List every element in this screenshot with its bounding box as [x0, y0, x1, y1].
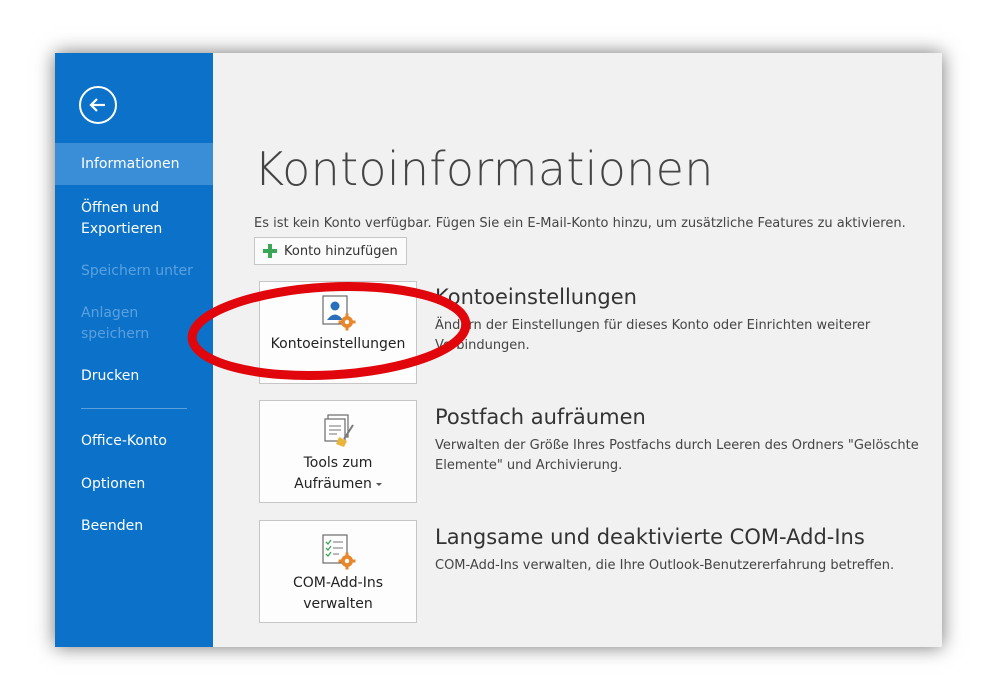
- sidebar-item-informationen[interactable]: Informationen: [55, 143, 213, 185]
- backstage-window: Informationen Öffnen und Exportieren Spe…: [55, 53, 942, 647]
- chevron-down-icon: [375, 482, 382, 486]
- mailbox-cleanup-title: Postfach aufräumen: [435, 405, 646, 429]
- info-text: Es ist kein Konto verfügbar. Fügen Sie e…: [254, 216, 906, 231]
- com-addins-description: COM-Add-Ins verwalten, die Ihre Outlook-…: [435, 558, 895, 573]
- chevron-down-icon: [336, 361, 346, 380]
- mailbox-cleanup-description: Verwalten der Größe Ihres Postfachs durc…: [435, 438, 919, 473]
- back-button[interactable]: [79, 86, 117, 124]
- plus-icon: [262, 243, 278, 259]
- sidebar-item-speichern-unter: Speichern unter: [81, 263, 193, 279]
- page-title: Kontoinformationen: [254, 142, 714, 196]
- add-account-button[interactable]: Konto hinzufügen: [254, 237, 407, 265]
- mailbox-cleanup-icon: [324, 414, 354, 447]
- sidebar-item-optionen[interactable]: Optionen: [55, 474, 213, 495]
- cleanup-tools-tile[interactable]: Tools zum Aufräumen: [259, 400, 417, 503]
- sidebar: Informationen Öffnen und Exportieren Spe…: [55, 53, 213, 647]
- com-addins-label-line1: COM-Add-Ins: [292, 575, 384, 591]
- cleanup-tools-label-line2: Aufräumen: [294, 476, 372, 492]
- cleanup-tools-label-line1: Tools zum: [303, 455, 373, 471]
- main-content: Kontoinformationen Es ist kein Konto ver…: [213, 53, 942, 647]
- sidebar-item-oeffnen-exportieren[interactable]: Öffnen und Exportieren: [55, 198, 195, 240]
- account-settings-title: Kontoeinstellungen: [435, 285, 637, 309]
- sidebar-item-anlagen-speichern: Anlagen speichern: [81, 305, 150, 342]
- account-settings-icon: [322, 295, 356, 331]
- sidebar-item-beenden[interactable]: Beenden: [55, 516, 213, 537]
- com-addins-title: Langsame und deaktivierte COM-Add-Ins: [435, 525, 865, 549]
- account-settings-tile-label: Kontoeinstellungen: [270, 336, 406, 352]
- add-account-label: Konto hinzufügen: [284, 243, 398, 259]
- back-arrow-icon: [89, 98, 105, 112]
- account-settings-description: Ändern der Einstellungen für dieses Kont…: [435, 318, 871, 353]
- sidebar-divider: [81, 408, 187, 409]
- cleanup-tools-label-line2-row: Aufräumen: [260, 474, 416, 495]
- account-settings-tile[interactable]: Kontoeinstellungen: [259, 281, 417, 384]
- com-addins-icon: [322, 534, 356, 570]
- com-addins-tile[interactable]: COM-Add-Ins verwalten: [259, 520, 417, 623]
- sidebar-item-office-konto[interactable]: Office-Konto: [55, 431, 213, 452]
- com-addins-label-line2: verwalten: [303, 596, 373, 612]
- sidebar-item-drucken[interactable]: Drucken: [55, 366, 213, 387]
